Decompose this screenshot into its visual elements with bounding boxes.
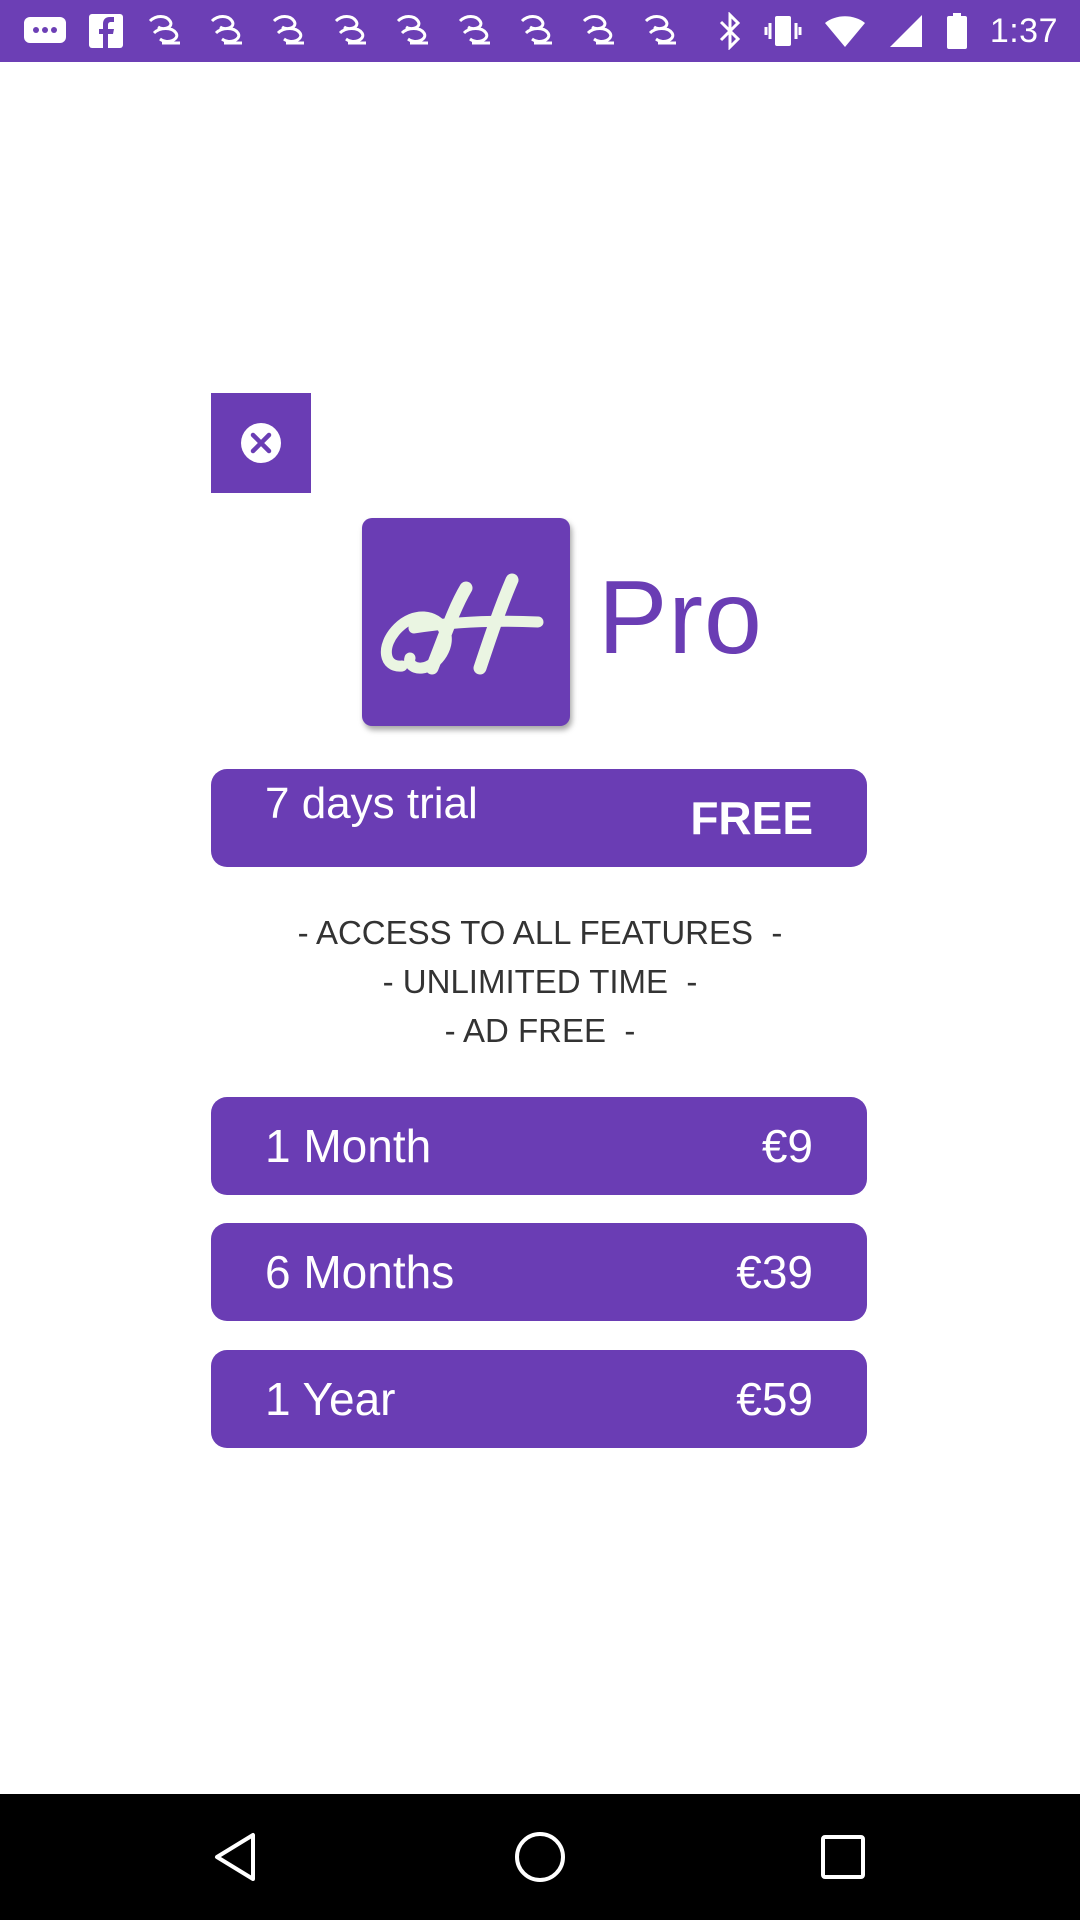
close-icon bbox=[241, 423, 281, 463]
app-icon bbox=[392, 10, 434, 52]
app-icon bbox=[454, 10, 496, 52]
app-logo bbox=[362, 518, 574, 732]
app-icon bbox=[578, 10, 620, 52]
vibrate-icon bbox=[764, 10, 802, 52]
back-triangle-icon bbox=[215, 1833, 255, 1881]
back-button[interactable] bbox=[205, 1825, 269, 1889]
recents-square-icon bbox=[821, 1835, 865, 1879]
plan-label: 1 Year bbox=[265, 1373, 396, 1425]
plan-label: 6 Months bbox=[265, 1246, 455, 1298]
plan-price: €59 bbox=[736, 1373, 813, 1425]
trial-label: 7 days trial bbox=[265, 779, 478, 828]
system-icons: 1:37 bbox=[718, 10, 1058, 52]
home-button[interactable] bbox=[508, 1825, 572, 1889]
recents-button[interactable] bbox=[811, 1825, 875, 1889]
wifi-icon bbox=[824, 10, 866, 52]
plan-1-month-button[interactable]: 1 Month €9 bbox=[211, 1097, 867, 1195]
plan-6-months-button[interactable]: 6 Months €39 bbox=[211, 1223, 867, 1321]
signal-icon bbox=[888, 10, 924, 52]
notification-icons bbox=[22, 10, 682, 52]
trial-price: FREE bbox=[690, 792, 813, 844]
plan-price: €9 bbox=[761, 1120, 813, 1172]
app-icon bbox=[144, 10, 186, 52]
feature-item: - ACCESS TO ALL FEATURES - bbox=[297, 914, 783, 951]
app-icon bbox=[640, 10, 682, 52]
plan-1-year-button[interactable]: 1 Year €59 bbox=[211, 1350, 867, 1448]
logo-tile bbox=[362, 518, 570, 726]
clock-time: 1:37 bbox=[989, 11, 1058, 50]
home-circle-icon bbox=[515, 1832, 565, 1882]
battery-icon bbox=[946, 10, 968, 52]
status-bar: 1:37 bbox=[0, 0, 1080, 62]
trial-button[interactable]: 7 days trial FREE bbox=[211, 769, 867, 867]
messages-icon bbox=[22, 10, 68, 52]
app-icon bbox=[268, 10, 310, 52]
app-icon bbox=[206, 10, 248, 52]
app-icon bbox=[516, 10, 558, 52]
plan-label: 1 Month bbox=[265, 1120, 432, 1172]
navigation-bar bbox=[0, 1794, 1080, 1920]
feature-item: - AD FREE - bbox=[444, 1012, 636, 1049]
logo-pro-text: Pro bbox=[598, 560, 763, 676]
feature-item: - UNLIMITED TIME - bbox=[382, 963, 698, 1000]
features-list: - ACCESS TO ALL FEATURES - - UNLIMITED T… bbox=[0, 908, 1080, 1055]
bluetooth-icon bbox=[718, 10, 742, 52]
logo-glyph-icon bbox=[380, 573, 544, 675]
facebook-icon bbox=[88, 10, 124, 52]
app-icon bbox=[330, 10, 372, 52]
plan-price: €39 bbox=[736, 1246, 813, 1298]
close-button[interactable] bbox=[211, 393, 311, 493]
